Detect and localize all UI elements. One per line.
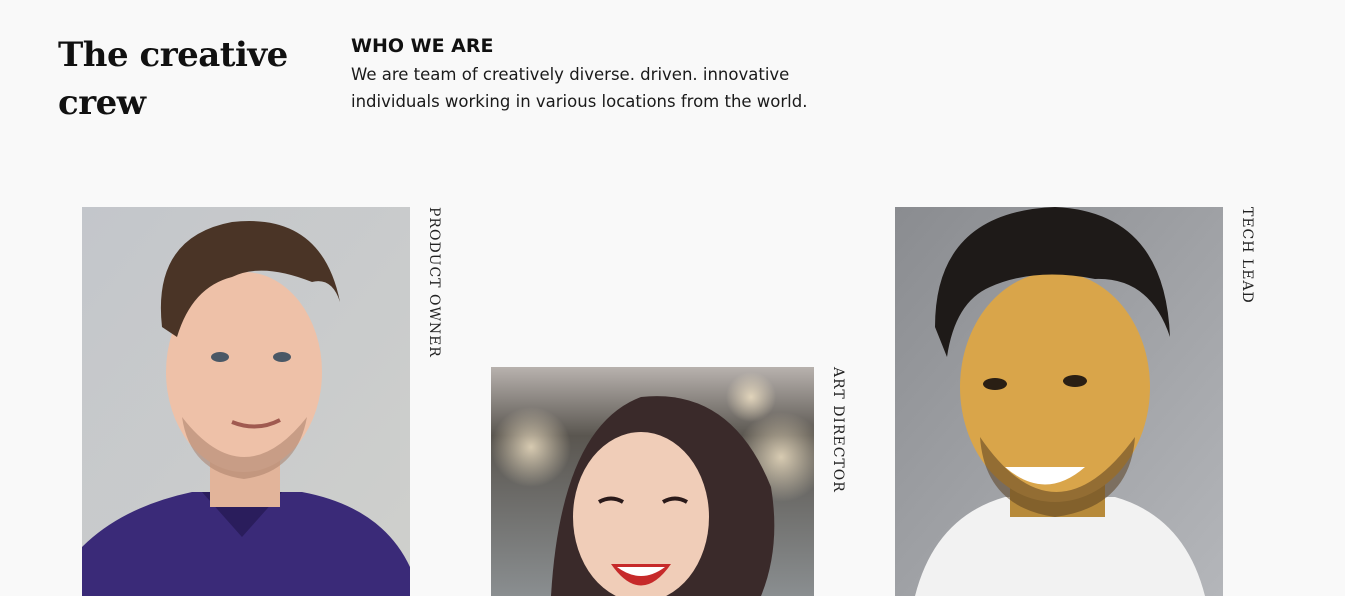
- art-director-photo: [491, 367, 814, 596]
- about-section: WHO WE ARE We are team of creatively div…: [351, 34, 821, 115]
- about-description: We are team of creatively diverse. drive…: [351, 65, 808, 111]
- tech-lead-photo: [895, 207, 1223, 596]
- product-owner-photo: [82, 207, 410, 596]
- page-title: The creative crew: [58, 35, 288, 123]
- product-owner-role: PRODUCT OWNER: [426, 207, 442, 358]
- art-director-role: ART DIRECTOR: [830, 367, 846, 493]
- tech-lead-role: TECH LEAD: [1239, 207, 1255, 304]
- about-heading: WHO WE ARE: [351, 35, 494, 57]
